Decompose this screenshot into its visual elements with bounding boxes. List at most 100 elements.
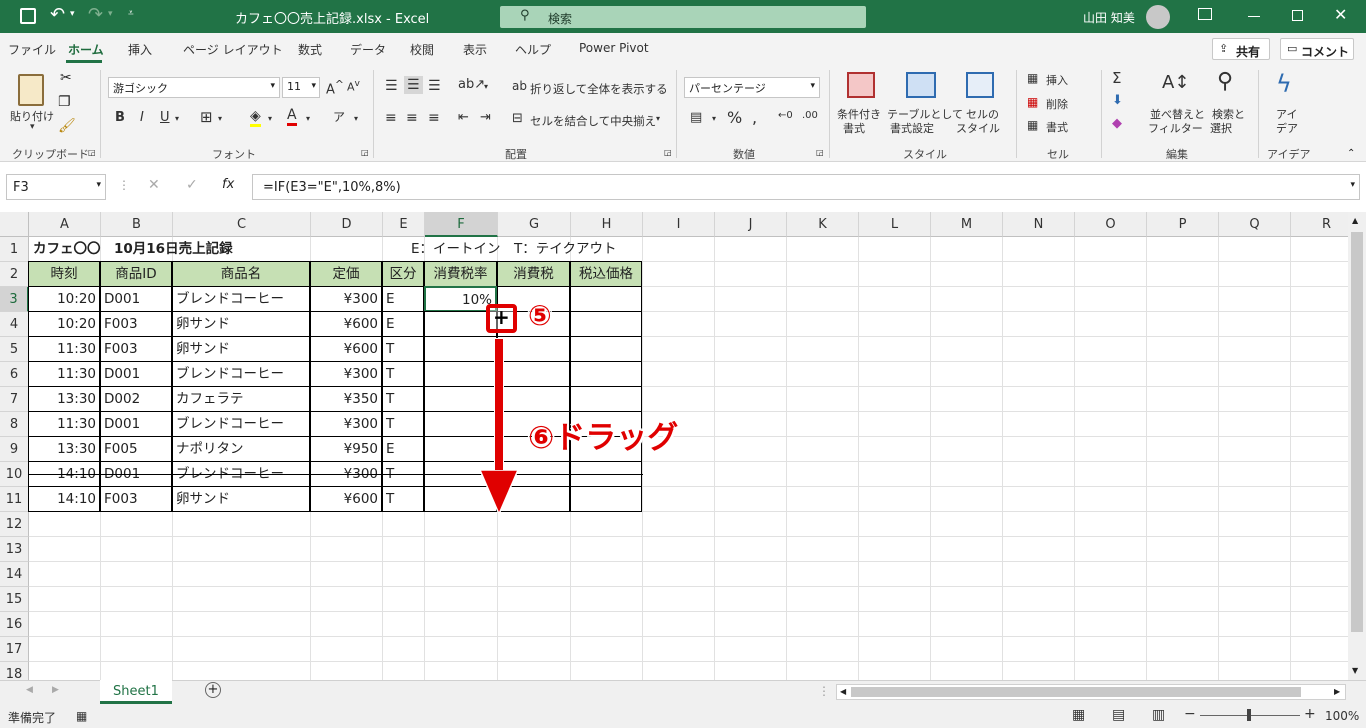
zoom-in-icon[interactable]: + [1304, 706, 1316, 722]
restore-icon[interactable] [1292, 10, 1303, 21]
font-size-select[interactable]: 11 ▾ [282, 77, 320, 98]
table-cell-empty[interactable] [570, 361, 642, 387]
table-cell[interactable]: 13:30 [28, 436, 100, 462]
align-right-icon[interactable]: ≡ [428, 110, 440, 126]
table-cell[interactable]: F003 [100, 311, 172, 337]
table-cell[interactable]: 11:30 [28, 336, 100, 362]
increase-indent-icon[interactable]: ⇥ [480, 110, 491, 125]
prev-sheet-icon[interactable]: ◀ [26, 685, 33, 695]
align-bottom-icon[interactable]: ☰ [428, 78, 441, 94]
comma-icon[interactable]: , [752, 108, 757, 127]
table-cell-empty[interactable] [570, 286, 642, 312]
border-dropdown-icon[interactable]: ▾ [218, 114, 222, 123]
align-middle-icon[interactable]: ☰ [404, 76, 423, 94]
tab-power-pivot[interactable]: Power Pivot [579, 41, 649, 55]
border-icon[interactable]: ⊞ [200, 108, 213, 126]
table-cell-empty[interactable] [497, 361, 570, 387]
table-header-cell[interactable]: 定価 [310, 261, 382, 287]
paste-dropdown-icon[interactable]: ▾ [30, 122, 35, 132]
row-header-12[interactable]: 12 [0, 512, 29, 537]
insert-cells-button[interactable]: 挿入 [1046, 72, 1068, 88]
table-cell[interactable]: ¥300 [310, 286, 382, 312]
table-cell-empty[interactable] [570, 486, 642, 512]
sheet-tab-sheet1[interactable]: Sheet1 [100, 680, 172, 704]
underline-icon[interactable]: U [160, 110, 170, 125]
table-cell[interactable]: ¥350 [310, 386, 382, 412]
table-cell[interactable]: E [382, 436, 424, 462]
bold-icon[interactable]: B [115, 110, 125, 125]
name-box[interactable]: F3 ▾ [6, 174, 106, 200]
cut-icon[interactable]: ✂ [60, 70, 72, 86]
undo-dropdown-icon[interactable]: ▾ [70, 9, 75, 19]
table-cell[interactable]: ブレンドコーヒー [172, 361, 310, 387]
increase-decimal-icon[interactable]: ←0 [778, 110, 793, 121]
column-header-m[interactable]: M [931, 212, 1003, 237]
table-cell[interactable]: ¥300 [310, 411, 382, 437]
zoom-slider[interactable] [1200, 709, 1300, 721]
table-cell[interactable]: D002 [100, 386, 172, 412]
spreadsheet-grid[interactable]: ABCDEFGHIJKLMNOPQR 1 2 3 4 5 6 7 8 9 10 11 12 13 14 15… [0, 212, 1348, 680]
table-cell[interactable]: T [382, 361, 424, 387]
column-header-i[interactable]: I [643, 212, 715, 237]
share-button[interactable]: ⇪ 共有 [1212, 38, 1270, 60]
tab-review[interactable]: 校閲 [410, 41, 434, 58]
collapse-ribbon-icon[interactable]: ⌃ [1347, 148, 1355, 159]
table-cell[interactable] [424, 336, 497, 362]
table-cell[interactable]: D001 [100, 361, 172, 387]
table-cell[interactable]: 10:20 [28, 286, 100, 312]
row-header-17[interactable]: 17 [0, 637, 29, 662]
formula-input[interactable]: =IF(E3="E",10%,8%) ▾ [252, 174, 1360, 200]
macro-record-icon[interactable]: ▦ [76, 709, 87, 723]
table-cell[interactable]: 卵サンド [172, 311, 310, 337]
font-launcher-icon[interactable]: ◲ [361, 148, 369, 157]
column-header-k[interactable]: K [787, 212, 859, 237]
accounting-icon[interactable]: ▤ [690, 110, 702, 125]
table-cell[interactable] [424, 361, 497, 387]
row-header-14[interactable]: 14 [0, 562, 29, 587]
phonetic-dropdown-icon[interactable]: ▾ [354, 114, 358, 123]
table-cell[interactable]: 11:30 [28, 411, 100, 437]
row-header-5[interactable]: 5 [0, 337, 29, 362]
decrease-decimal-icon[interactable]: .00 [802, 110, 818, 121]
table-cell-empty[interactable] [570, 386, 642, 412]
table-cell[interactable]: ¥600 [310, 486, 382, 512]
scroll-left-icon[interactable]: ◀ [840, 687, 846, 696]
vertical-scroll-thumb[interactable] [1351, 232, 1363, 632]
column-header-o[interactable]: O [1075, 212, 1147, 237]
tab-home[interactable]: ホーム [68, 41, 104, 58]
row-header-9[interactable]: 9 [0, 437, 29, 462]
fill-dropdown-icon[interactable]: ▾ [268, 114, 272, 123]
table-cell[interactable]: 11:30 [28, 361, 100, 387]
column-header-n[interactable]: N [1003, 212, 1075, 237]
table-header-cell[interactable]: 消費税 [497, 261, 570, 287]
zoom-slider-thumb[interactable] [1247, 709, 1251, 721]
horizontal-scrollbar[interactable]: ◀ ▶ [836, 684, 1346, 700]
table-cell[interactable]: ブレンドコーヒー [172, 411, 310, 437]
column-header-h[interactable]: H [571, 212, 643, 237]
table-header-cell[interactable]: 税込価格 [570, 261, 642, 287]
table-cell[interactable]: F003 [100, 486, 172, 512]
minimize-icon[interactable] [1248, 16, 1260, 17]
row-header-1[interactable]: 1 [0, 237, 29, 262]
table-cell[interactable]: F003 [100, 336, 172, 362]
table-cell[interactable]: ブレンドコーヒー [172, 286, 310, 312]
table-cell[interactable]: ¥950 [310, 436, 382, 462]
table-cell[interactable]: D001 [100, 411, 172, 437]
align-center-icon[interactable]: ≡ [406, 110, 418, 126]
sheet-legend[interactable]: E：イートイン T：テイクアウト [408, 237, 620, 262]
column-header-b[interactable]: B [101, 212, 173, 237]
tab-page-layout[interactable]: ページ レイアウト [183, 41, 283, 58]
table-header-cell[interactable]: 時刻 [28, 261, 100, 287]
table-cell[interactable]: E [382, 286, 424, 312]
scroll-down-icon[interactable]: ▼ [1352, 666, 1358, 675]
row-header-8[interactable]: 8 [0, 412, 29, 437]
more-options-icon[interactable]: ⋮ [118, 178, 130, 192]
table-cell[interactable]: 14:10 [28, 486, 100, 512]
horizontal-scroll-thumb[interactable] [851, 687, 1301, 697]
search-box[interactable]: ⚲ 検索 [500, 6, 866, 28]
vertical-scrollbar[interactable]: ▲ ▼ [1348, 212, 1366, 680]
table-cell[interactable]: 卵サンド [172, 486, 310, 512]
enter-icon[interactable]: ✓ [186, 177, 198, 193]
decrease-indent-icon[interactable]: ⇤ [458, 110, 469, 125]
table-cell[interactable]: T [382, 386, 424, 412]
